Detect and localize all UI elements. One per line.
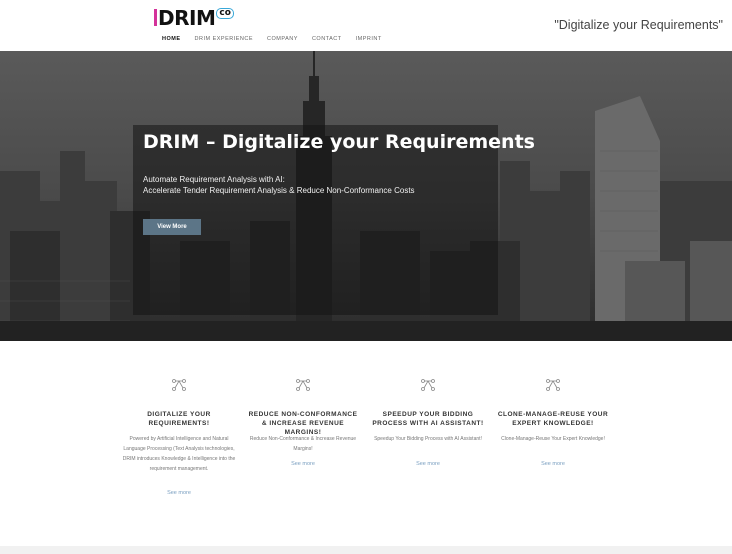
feature-title: DIGITALIZE YOUR REQUIREMENTS!	[147, 411, 211, 427]
see-more-link[interactable]: See more	[245, 461, 361, 467]
hero-subtitle-line-1: Automate Requirement Analysis with AI:	[143, 175, 285, 184]
see-more-link[interactable]: See more	[495, 461, 611, 467]
see-more-link[interactable]: See more	[370, 461, 486, 467]
nav-item-company[interactable]: COMPANY	[267, 36, 298, 42]
main-nav: HOME DRIM EXPERIENCE COMPANY CONTACT IMP…	[162, 36, 396, 42]
features-section: DIGITALIZE YOUR REQUIREMENTS! Powered by…	[0, 341, 732, 546]
hero-title: DRIM – Digitalize your Requirements	[143, 131, 535, 153]
network-icon	[421, 379, 435, 391]
network-icon	[172, 379, 186, 391]
feature-title: SPEEDUP YOUR BIDDING PROCESS WITH AI ASS…	[372, 411, 484, 427]
header-tagline: "Digitalize your Requirements"	[554, 18, 723, 32]
feature-title: REDUCE NON-CONFORMANCE & INCREASE REVENU…	[248, 411, 358, 436]
site-header: DRIM co HOME DRIM EXPERIENCE COMPANY CON…	[0, 0, 732, 51]
hero-subtitle-line-2: Accelerate Tender Requirement Analysis &…	[143, 186, 415, 195]
network-icon	[296, 379, 310, 391]
footer-strip	[0, 546, 732, 554]
feature-title: CLONE-MANAGE-REUSE YOUR EXPERT KNOWLEDGE…	[497, 411, 609, 427]
nav-item-contact[interactable]: CONTACT	[312, 36, 342, 42]
nav-item-imprint[interactable]: IMPRINT	[356, 36, 382, 42]
nav-item-drim-experience[interactable]: DRIM EXPERIENCE	[195, 36, 254, 42]
nav-item-home[interactable]: HOME	[162, 36, 181, 42]
see-more-link[interactable]: See more	[121, 490, 237, 496]
logo-co-badge: co	[216, 8, 234, 19]
feature-description: Speedup Your Bidding Process with AI Ass…	[374, 436, 482, 442]
view-more-button[interactable]: View More	[143, 219, 201, 235]
network-icon	[546, 379, 560, 391]
feature-description: Powered by Artificial Intelligence and N…	[122, 436, 236, 472]
hero-banner: DRIM – Digitalize your Requirements Auto…	[0, 51, 732, 341]
logo[interactable]: DRIM co	[154, 7, 234, 29]
feature-description: Clone-Manage-Reuse Your Expert Knowledge…	[501, 436, 605, 442]
logo-accent-bar	[154, 9, 157, 26]
logo-text: DRIM	[158, 6, 216, 30]
feature-description: Reduce Non-Conformance & Increase Revenu…	[249, 436, 357, 452]
